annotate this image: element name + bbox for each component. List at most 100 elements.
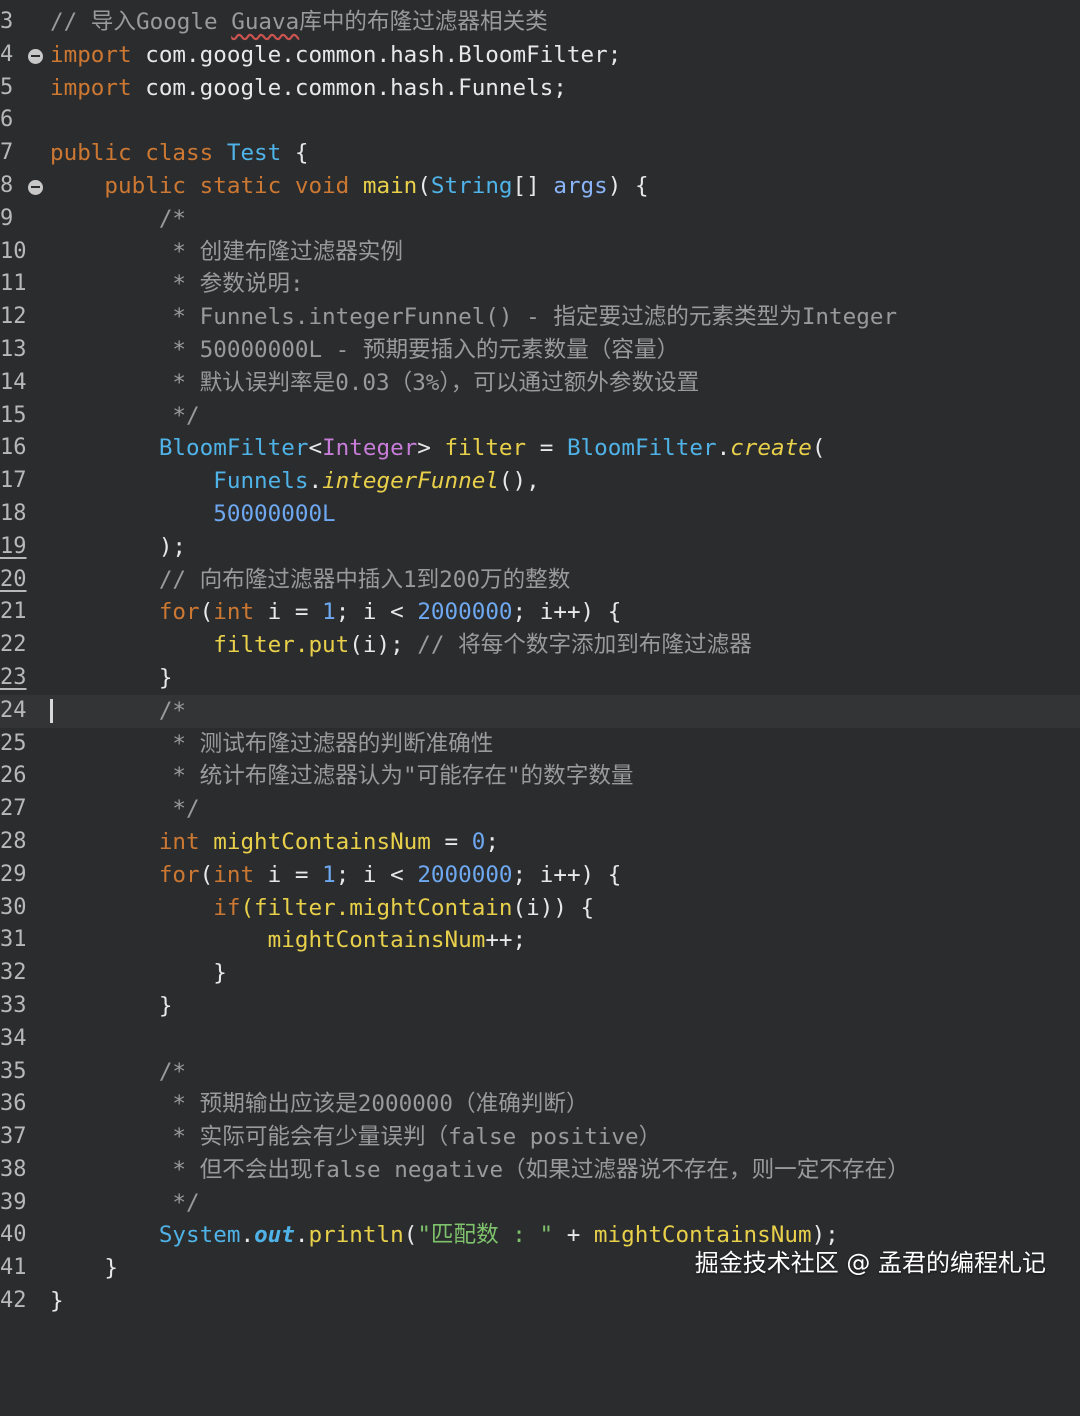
gutter: 41 bbox=[0, 1252, 46, 1285]
variable: filter. bbox=[213, 632, 309, 659]
code-text[interactable]: } bbox=[50, 662, 173, 695]
gutter: 14 bbox=[0, 367, 46, 400]
gutter: 31 bbox=[0, 924, 46, 957]
code-token: } bbox=[104, 1255, 119, 1282]
code-text[interactable]: // 导入Google Guava库中的布隆过滤器相关类 bbox=[50, 6, 548, 39]
comment: * 参数说明: bbox=[158, 271, 304, 298]
code-text[interactable]: int mightContainsNum = 0; bbox=[50, 826, 499, 859]
code-text[interactable]: Funnels.integerFunnel(), bbox=[50, 465, 539, 498]
line-number: 15 bbox=[0, 402, 27, 428]
code-token: (i); bbox=[349, 632, 418, 659]
code-token: } bbox=[213, 960, 227, 987]
code-token: . bbox=[240, 1222, 255, 1249]
code-text[interactable]: */ bbox=[50, 400, 199, 433]
fold-collapse-icon[interactable] bbox=[28, 179, 43, 195]
code-token: com.google.common.hash.BloomFilter; bbox=[131, 41, 622, 68]
code-text[interactable]: filter.put(i); // 将每个数字添加到布隆过滤器 bbox=[50, 629, 752, 662]
code-text[interactable]: import com.google.common.hash.BloomFilte… bbox=[50, 39, 621, 72]
code-text[interactable]: public static void main(String[] args) { bbox=[50, 170, 649, 203]
gutter: 24 bbox=[0, 695, 46, 728]
code-text[interactable]: /* bbox=[50, 203, 186, 236]
comment: /* bbox=[158, 1058, 187, 1085]
code-editor[interactable]: 3 // 导入Google Guava库中的布隆过滤器相关类 4 import … bbox=[0, 6, 1080, 1318]
code-text[interactable]: * 测试布隆过滤器的判断准确性 bbox=[50, 728, 493, 761]
gutter: 40 bbox=[0, 1219, 46, 1252]
code-text[interactable]: import com.google.common.hash.Funnels; bbox=[50, 72, 567, 105]
type-name: BloomFilter bbox=[566, 435, 717, 462]
code-text[interactable]: for(int i = 1; i < 2000000; i++) { bbox=[50, 859, 622, 892]
code-text[interactable]: * 默认误判率是0.03（3%），可以通过额外参数设置 bbox=[50, 367, 699, 400]
code-text[interactable]: */ bbox=[50, 793, 199, 826]
number-literal: 2000000 bbox=[417, 599, 513, 626]
line-number: 4 bbox=[0, 41, 14, 67]
gutter: 3 bbox=[0, 6, 46, 39]
code-token: ; bbox=[485, 828, 499, 855]
fold-collapse-icon[interactable] bbox=[28, 48, 43, 64]
code-text[interactable]: /* bbox=[50, 695, 186, 728]
type-name: System bbox=[158, 1222, 241, 1249]
code-text[interactable]: for(int i = 1; i < 2000000; i++) { bbox=[50, 596, 622, 629]
code-text[interactable]: * 预期输出应该是2000000（准确判断） bbox=[50, 1088, 588, 1121]
gutter: 29 bbox=[0, 859, 46, 892]
code-line: 25 * 测试布隆过滤器的判断准确性 bbox=[0, 728, 1080, 761]
code-text[interactable]: /* bbox=[50, 1056, 186, 1089]
line-number: 37 bbox=[0, 1124, 27, 1150]
code-token: i = bbox=[254, 861, 323, 888]
code-text[interactable]: } bbox=[50, 990, 173, 1023]
code-text[interactable]: BloomFilter<Integer> filter = BloomFilte… bbox=[50, 432, 826, 465]
type-name: String bbox=[430, 172, 513, 199]
method-name: mightContain bbox=[349, 894, 513, 921]
type-name: Test bbox=[226, 140, 282, 167]
gutter: 19 bbox=[0, 531, 46, 564]
line-number: 17 bbox=[0, 468, 27, 494]
gutter: 17 bbox=[0, 465, 46, 498]
line-number: 34 bbox=[0, 1025, 27, 1051]
code-text[interactable]: if(filter.mightContain(i)) { bbox=[50, 892, 594, 925]
variable: mightContainsNum bbox=[213, 828, 431, 855]
spelling-warning[interactable]: Guava bbox=[231, 9, 299, 35]
gutter: 26 bbox=[0, 760, 46, 793]
code-text[interactable]: * 实际可能会有少量误判（false positive） bbox=[50, 1121, 661, 1154]
gutter: 4 bbox=[0, 39, 46, 72]
code-text[interactable]: public class Test { bbox=[50, 137, 308, 170]
code-line: 36 * 预期输出应该是2000000（准确判断） bbox=[0, 1088, 1080, 1121]
code-text[interactable]: } bbox=[50, 1252, 118, 1285]
gutter: 35 bbox=[0, 1056, 46, 1089]
code-text[interactable]: * 创建布隆过滤器实例 bbox=[50, 236, 403, 269]
code-text[interactable]: */ bbox=[50, 1187, 199, 1220]
code-text[interactable]: mightContainsNum++; bbox=[50, 924, 526, 957]
code-text[interactable]: // 向布隆过滤器中插入1到200万的整数 bbox=[50, 564, 571, 597]
code-text[interactable]: * 但不会出现false negative（如果过滤器说不存在，则一定不存在） bbox=[50, 1154, 909, 1187]
code-token: ; i++) { bbox=[512, 599, 622, 626]
variable: mightContainsNum bbox=[267, 927, 486, 954]
keyword: int bbox=[158, 828, 214, 855]
line-number: 9 bbox=[0, 205, 14, 231]
code-token: ( bbox=[417, 172, 431, 199]
code-text[interactable]: * 参数说明: bbox=[50, 268, 304, 301]
gutter: 34 bbox=[0, 1023, 46, 1056]
gutter: 10 bbox=[0, 236, 46, 269]
line-number: 12 bbox=[0, 304, 27, 330]
code-text[interactable]: } bbox=[50, 1285, 64, 1318]
type-name: Funnels bbox=[213, 468, 309, 495]
code-text[interactable]: } bbox=[50, 957, 227, 990]
code-text[interactable]: * Funnels.integerFunnel() - 指定要过滤的元素类型为I… bbox=[50, 301, 897, 334]
code-text[interactable]: 50000000L bbox=[50, 498, 335, 531]
line-number: 21 bbox=[0, 599, 27, 625]
line-number: 33 bbox=[0, 992, 27, 1018]
code-line: 32 } bbox=[0, 957, 1080, 990]
comment: * 实际可能会有少量误判（false positive） bbox=[158, 1124, 662, 1151]
comment: * 统计布隆过滤器认为"可能存在"的数字数量 bbox=[158, 763, 634, 790]
line-number: 38 bbox=[0, 1156, 27, 1182]
keyword: public class bbox=[50, 140, 227, 167]
code-text[interactable]: * 统计布隆过滤器认为"可能存在"的数字数量 bbox=[50, 760, 634, 793]
comment: // 向布隆过滤器中插入1到200万的整数 bbox=[158, 566, 571, 593]
code-text[interactable]: * 50000000L - 预期要插入的元素数量（容量） bbox=[50, 334, 679, 367]
static-method: integerFunnel bbox=[322, 468, 499, 495]
code-token: ) { bbox=[607, 172, 649, 199]
code-line: 4 import com.google.common.hash.BloomFil… bbox=[0, 39, 1080, 72]
line-number: 14 bbox=[0, 369, 27, 395]
gutter: 8 bbox=[0, 170, 46, 203]
code-text[interactable]: ); bbox=[50, 531, 186, 564]
code-line: 35 /* bbox=[0, 1056, 1080, 1089]
